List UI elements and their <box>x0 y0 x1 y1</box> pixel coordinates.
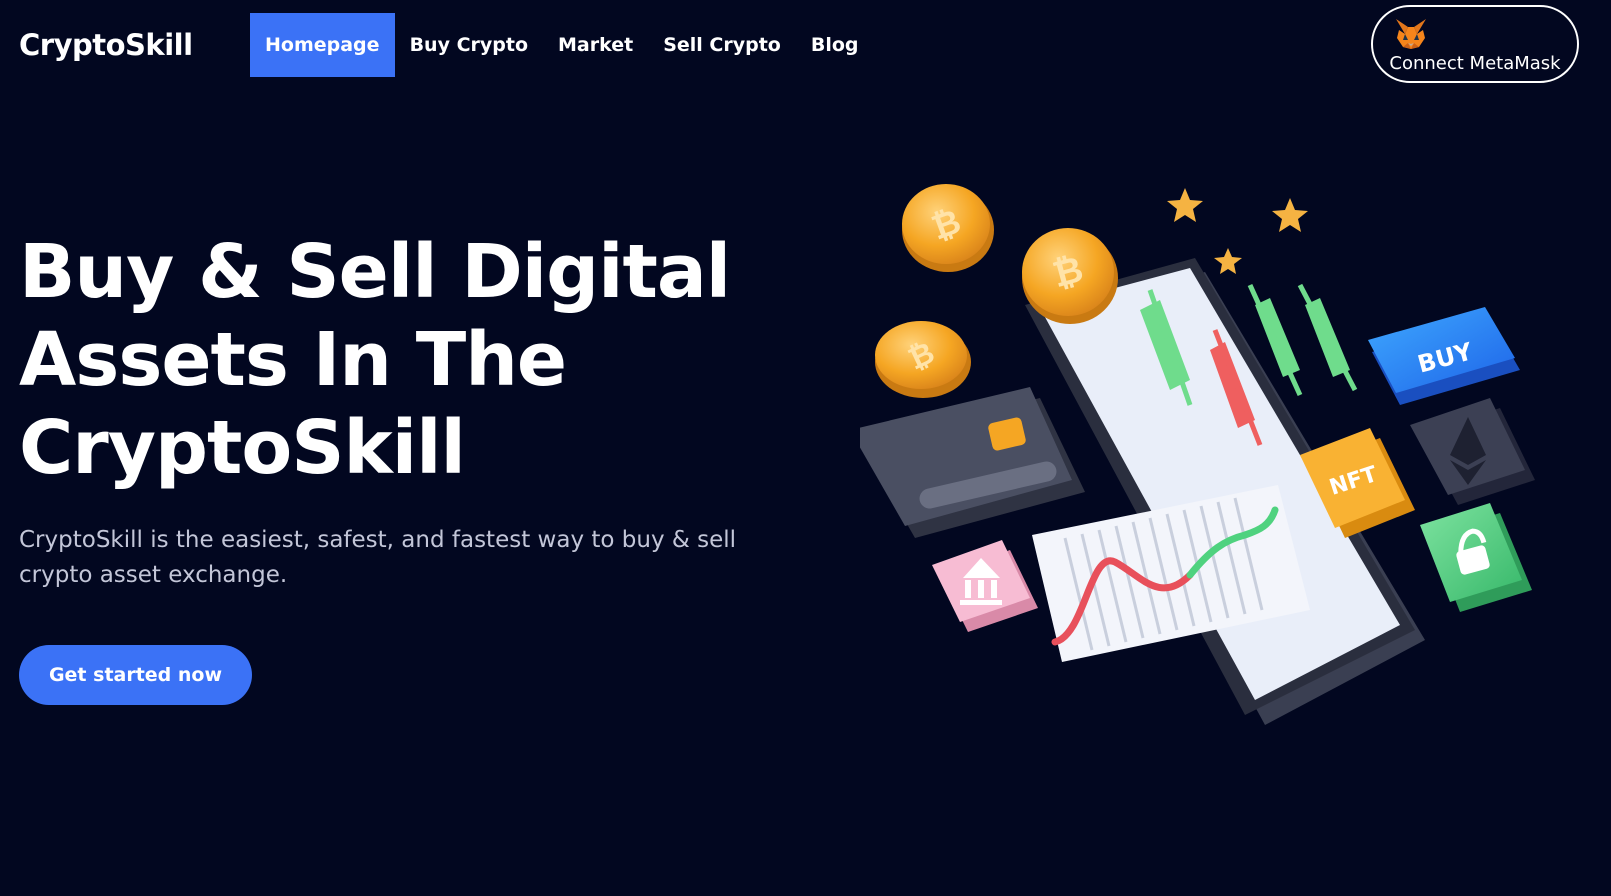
connect-metamask-button[interactable]: Connect MetaMask <box>1371 5 1579 83</box>
nav-item-buy-crypto[interactable]: Buy Crypto <box>395 13 543 77</box>
hero-subtitle: CryptoSkill is the easiest, safest, and … <box>19 527 737 588</box>
site-logo[interactable]: CryptoSkill <box>19 26 193 64</box>
metamask-fox-icon <box>1396 19 1426 49</box>
buy-tag-icon: BUY <box>1368 307 1520 405</box>
main-nav: Homepage Buy Crypto Market Sell Crypto B… <box>250 13 874 77</box>
lock-icon <box>1420 503 1532 612</box>
bitcoin-coin-icon: ₿ <box>902 184 994 272</box>
get-started-button[interactable]: Get started now <box>19 645 252 705</box>
credit-card-icon <box>860 387 1085 538</box>
bank-icon <box>932 540 1038 632</box>
bitcoin-coin-icon: ₿ <box>875 321 971 398</box>
nav-item-homepage[interactable]: Homepage <box>250 13 395 77</box>
nav-item-blog[interactable]: Blog <box>796 13 874 77</box>
bitcoin-coin-icon: ₿ <box>1022 228 1118 324</box>
connect-metamask-label: Connect MetaMask <box>1389 53 1561 74</box>
ethereum-icon <box>1410 398 1535 505</box>
landing-page: CryptoSkill Homepage Buy Crypto Market S… <box>0 0 1611 896</box>
nav-item-market[interactable]: Market <box>543 13 648 77</box>
nav-item-sell-crypto[interactable]: Sell Crypto <box>648 13 796 77</box>
hero-title: Buy & Sell Digital Assets In The CryptoS… <box>19 229 731 491</box>
crypto-phone-illustration: ₿ ₿ ₿ BUY NFT <box>860 184 1535 725</box>
